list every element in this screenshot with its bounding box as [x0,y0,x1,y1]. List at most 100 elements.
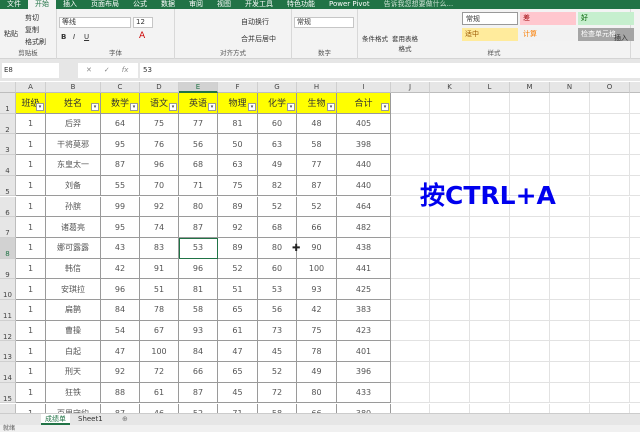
table-cell[interactable]: 1 [16,362,46,383]
column-header[interactable]: O [590,82,630,93]
header-cell[interactable] [550,93,590,114]
header-cell[interactable]: 英语 ▾ [179,93,218,114]
table-cell[interactable] [470,217,510,238]
column-header[interactable]: L [470,82,510,93]
table-cell[interactable]: 88 [101,382,140,404]
filter-dropdown-icon[interactable]: ▾ [169,102,177,111]
font-color-icon[interactable]: A [139,31,145,41]
table-cell[interactable]: 78 [297,341,337,363]
table-cell[interactable]: 77 [297,155,337,176]
font-size-select[interactable]: 12 [133,17,153,28]
header-cell[interactable]: 合计 ▾ [337,93,391,114]
table-cell[interactable]: 66 [297,217,337,238]
ribbon-tab[interactable]: 审阅 [182,0,210,9]
table-cell[interactable] [590,382,630,404]
table-cell[interactable] [630,383,640,404]
table-cell[interactable] [510,320,550,342]
table-cell[interactable]: 83 [140,237,179,259]
table-cell[interactable]: 1 [16,134,46,156]
column-header[interactable]: E [179,82,218,93]
table-cell[interactable]: 72 [258,382,297,404]
table-cell[interactable] [510,237,550,259]
row-header[interactable]: 3 [0,134,16,156]
table-cell[interactable]: 92 [218,217,258,238]
table-cell[interactable] [391,155,430,176]
table-cell[interactable]: 娜可露露 [46,237,101,259]
cell-style[interactable]: 适中 [462,28,518,41]
table-cell[interactable]: 43 [101,237,140,259]
table-cell[interactable]: 63 [218,155,258,176]
row-header[interactable]: 8 [0,237,16,259]
filter-dropdown-icon[interactable]: ▾ [130,102,138,111]
table-cell[interactable] [510,113,550,135]
ribbon-tab[interactable]: 开始 [28,0,56,9]
table-cell[interactable] [550,362,590,383]
table-cell[interactable] [510,382,550,404]
table-cell[interactable]: 47 [101,341,140,363]
header-cell[interactable] [590,93,630,114]
column-header[interactable]: C [101,82,140,93]
row-header[interactable]: 2 [0,113,16,135]
table-cell[interactable]: 刘备 [46,175,101,197]
table-cell[interactable] [391,258,430,280]
table-cell[interactable] [470,362,510,383]
wrap-text-button[interactable]: 自动换行 [241,17,269,27]
table-cell[interactable]: 70 [140,175,179,197]
table-cell[interactable] [510,155,550,176]
table-cell[interactable] [630,134,640,156]
table-cell[interactable]: 100 [297,258,337,280]
table-cell[interactable]: 韩信 [46,258,101,280]
filter-dropdown-icon[interactable]: ▾ [248,102,256,111]
cell-style[interactable]: 计算 [520,28,576,41]
header-cell[interactable] [510,93,550,114]
header-cell[interactable]: 数学 ▾ [101,93,140,114]
enter-icon[interactable]: ✓ [104,66,110,74]
underline-button[interactable]: U [84,33,89,41]
cell-style[interactable]: 常规 [462,12,518,25]
table-cell[interactable]: 63 [258,134,297,156]
table-cell[interactable] [630,176,640,197]
table-cell[interactable] [391,134,430,156]
row-header[interactable]: 5 [0,175,16,197]
table-cell[interactable]: 425 [337,279,391,300]
table-cell[interactable]: 诸葛亮 [46,217,101,238]
table-cell[interactable] [550,237,590,259]
table-cell[interactable]: 82 [258,175,297,197]
table-cell[interactable] [590,258,630,280]
table-cell[interactable]: 75 [297,320,337,342]
table-cell[interactable] [470,279,510,300]
table-cell[interactable] [470,134,510,156]
table-cell[interactable] [510,217,550,238]
table-cell[interactable] [550,155,590,176]
add-sheet-icon[interactable]: ⊕ [118,414,132,425]
table-cell[interactable]: 52 [258,196,297,218]
table-cell[interactable]: 安琪拉 [46,279,101,300]
table-cell[interactable]: 440 [337,155,391,176]
table-cell[interactable] [590,320,630,342]
row-header[interactable]: 12 [0,320,16,342]
table-cell[interactable]: 1 [16,382,46,404]
ribbon-tab[interactable]: Power Pivot [322,0,377,9]
table-cell[interactable] [470,300,510,321]
column-header[interactable]: A [16,82,46,93]
table-cell[interactable] [550,113,590,135]
table-cell[interactable] [630,155,640,176]
column-header[interactable]: H [297,82,337,93]
row-header[interactable]: 4 [0,155,16,176]
table-cell[interactable] [550,134,590,156]
table-cell[interactable]: 100 [140,341,179,363]
table-cell[interactable]: 89 [218,196,258,218]
table-cell[interactable] [430,279,470,300]
table-cell[interactable] [391,300,430,321]
insert-cells-button[interactable]: 插入 [614,33,628,43]
table-cell[interactable] [391,382,430,404]
table-cell[interactable]: 51 [218,279,258,300]
table-cell[interactable]: 68 [258,217,297,238]
table-cell[interactable]: 96 [140,155,179,176]
table-cell[interactable] [630,300,640,321]
table-cell[interactable]: 95 [101,217,140,238]
column-header[interactable]: J [391,82,430,93]
table-cell[interactable]: 96 [179,258,218,280]
header-cell[interactable]: 物理 ▾ [218,93,258,114]
table-cell[interactable]: 89 [218,237,258,259]
